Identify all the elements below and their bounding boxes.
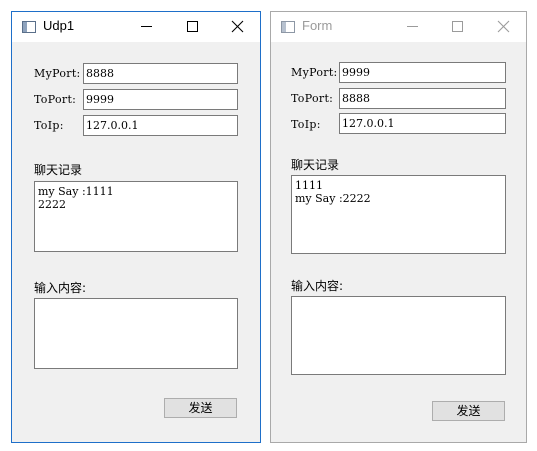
maximize-button[interactable] bbox=[435, 12, 481, 42]
my-port-input[interactable]: 9999 bbox=[339, 62, 506, 83]
to-port-label: ToPort: bbox=[291, 92, 334, 105]
my-port-input[interactable]: 8888 bbox=[83, 63, 238, 84]
message-input[interactable] bbox=[34, 298, 238, 369]
to-ip-input[interactable]: 127.0.0.1 bbox=[339, 113, 506, 134]
title-bar[interactable]: Udp1 bbox=[12, 12, 260, 42]
input-label: 输入内容: bbox=[291, 279, 344, 293]
window-title: Udp1 bbox=[43, 18, 75, 33]
title-bar[interactable]: Form bbox=[271, 12, 526, 42]
minimize-icon bbox=[407, 26, 418, 27]
close-icon bbox=[497, 20, 510, 33]
to-ip-label: ToIp: bbox=[291, 118, 321, 131]
chat-log-label: 聊天记录 bbox=[291, 158, 340, 172]
close-icon bbox=[231, 20, 244, 33]
input-label: 输入内容: bbox=[34, 281, 87, 295]
form-window: Form MyPort: 9999 ToPort: 8888 ToIp: 127… bbox=[270, 11, 527, 443]
window-title: Form bbox=[302, 18, 333, 33]
to-ip-input[interactable]: 127.0.0.1 bbox=[83, 115, 238, 136]
message-input[interactable] bbox=[291, 296, 506, 375]
maximize-icon bbox=[187, 21, 198, 32]
chat-log-line: 2222 bbox=[38, 198, 66, 211]
app-icon bbox=[280, 19, 296, 35]
minimize-button[interactable] bbox=[124, 12, 170, 42]
minimize-icon bbox=[141, 26, 152, 27]
to-port-label: ToPort: bbox=[34, 93, 77, 106]
close-button[interactable] bbox=[215, 12, 261, 42]
udp1-window: Udp1 MyPort: 8888 ToPort: 9999 ToIp: 127… bbox=[11, 11, 261, 443]
chat-log-line: 1111 bbox=[295, 179, 323, 192]
app-icon bbox=[21, 19, 37, 35]
my-port-label: MyPort: bbox=[291, 66, 338, 79]
chat-log-line: my Say :2222 bbox=[295, 192, 371, 205]
chat-log-label: 聊天记录 bbox=[34, 163, 83, 177]
minimize-button[interactable] bbox=[390, 12, 436, 42]
maximize-icon bbox=[452, 21, 463, 32]
chat-log-area[interactable]: my Say :1111 2222 bbox=[34, 181, 238, 252]
my-port-label: MyPort: bbox=[34, 67, 81, 80]
to-port-input[interactable]: 9999 bbox=[83, 89, 238, 110]
chat-log-line: my Say :1111 bbox=[38, 185, 114, 198]
chat-log-area[interactable]: 1111 my Say :2222 bbox=[291, 175, 506, 254]
to-ip-label: ToIp: bbox=[34, 119, 64, 132]
maximize-button[interactable] bbox=[170, 12, 216, 42]
to-port-input[interactable]: 8888 bbox=[339, 88, 506, 109]
send-button[interactable]: 发送 bbox=[432, 401, 505, 421]
close-button[interactable] bbox=[481, 12, 527, 42]
send-button[interactable]: 发送 bbox=[164, 398, 237, 418]
